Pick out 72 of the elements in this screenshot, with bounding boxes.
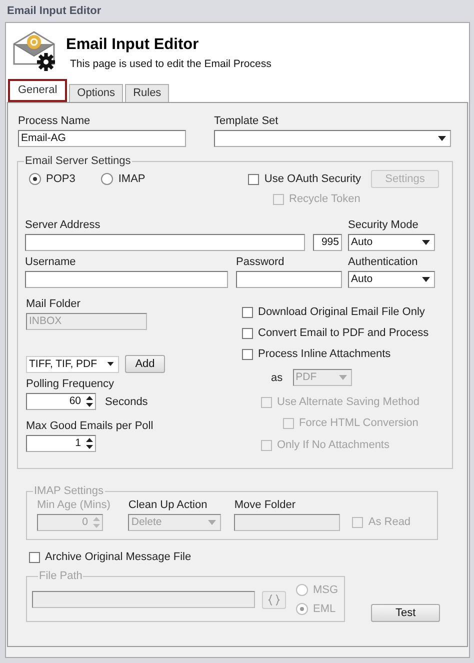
unit-label: Seconds (105, 396, 148, 408)
field-label: Clean Up Action (128, 499, 208, 511)
field-label: Process Name (18, 115, 92, 127)
group-label: IMAP Settings (33, 485, 104, 497)
checkbox-label: Archive Original Message File (45, 551, 192, 563)
field-label: Username (25, 256, 77, 268)
radio-label: MSG (313, 584, 338, 596)
caret-icon (338, 375, 347, 380)
up-down-icon (93, 517, 100, 528)
up-down-icon (86, 438, 93, 449)
caret-icon (422, 240, 430, 245)
caret-icon (422, 277, 430, 282)
radio-button[interactable] (29, 173, 41, 185)
checkbox-label: Recycle Token (289, 193, 360, 205)
input-field[interactable]: Email-AG (18, 130, 186, 147)
test-button[interactable]: Test (371, 604, 440, 622)
page-title: Email Input Editor (66, 36, 200, 54)
checkbox-label: Use OAuth Security (264, 173, 361, 185)
input-field[interactable] (25, 234, 305, 251)
caret-icon (107, 362, 114, 366)
spin-field[interactable]: 60 (26, 393, 96, 410)
checkbox[interactable] (242, 348, 253, 360)
spin-field[interactable]: 1 (26, 435, 96, 452)
checkbox-label: Force HTML Conversion (299, 417, 418, 429)
checkbox[interactable] (242, 306, 253, 318)
group-label: File Path (38, 570, 84, 582)
field-label: as (271, 372, 283, 384)
radio-label: IMAP (118, 173, 146, 185)
field-label: Max Good Emails per Poll (26, 420, 154, 432)
radio-button[interactable] (296, 584, 308, 596)
port-field[interactable]: 995 (313, 234, 342, 251)
tab[interactable]: Rules (125, 84, 170, 102)
checkbox-label: Only If No Attachments (277, 439, 390, 451)
checkbox-label: Process Inline Attachments (258, 348, 391, 360)
dropdown[interactable]: Auto (348, 234, 435, 251)
checkbox-label: As Read (368, 516, 411, 528)
dropdown[interactable] (214, 130, 451, 147)
checkbox-label: Download Original Email File Only (258, 306, 425, 318)
radio-button[interactable] (296, 603, 308, 615)
tab[interactable]: General (8, 79, 68, 102)
checkbox[interactable] (248, 174, 260, 184)
page-subtitle: This page is used to edit the Email Process (70, 58, 272, 70)
field-label: Polling Frequency (26, 378, 116, 390)
caret-icon (438, 136, 446, 141)
radio-button[interactable] (101, 173, 114, 185)
dropdown[interactable]: TIFF, TIF, PDF (26, 356, 119, 372)
field-label: Template Set (214, 115, 280, 127)
field-label: Password (236, 256, 286, 268)
input-field[interactable] (32, 591, 255, 608)
radio-label: POP3 (46, 173, 76, 185)
variables-button[interactable] (262, 590, 286, 608)
braces-icon (268, 594, 280, 606)
caret-icon (208, 520, 216, 525)
field-label: Min Age (Mins) (37, 499, 110, 511)
field-label: Authentication (348, 256, 419, 268)
input-field[interactable] (25, 271, 228, 288)
checkbox[interactable] (29, 552, 40, 562)
checkbox-label: Use Alternate Saving Method (277, 396, 420, 408)
field-label: Mail Folder (26, 298, 82, 310)
tab[interactable]: Options (69, 84, 124, 102)
field-label: Server Address (25, 219, 102, 231)
field-label: Security Mode (348, 219, 420, 231)
field-label: Move Folder (234, 499, 296, 511)
password-field[interactable] (236, 271, 342, 288)
checkbox[interactable] (242, 328, 253, 338)
radio-label: EML (313, 603, 336, 615)
add-button[interactable]: Add (125, 355, 165, 373)
group-label: Email Server Settings (24, 155, 132, 167)
checkbox-label: Convert Email to PDF and Process (258, 327, 429, 339)
up-down-icon (86, 396, 93, 407)
dropdown[interactable]: Auto (348, 271, 435, 288)
input-field[interactable] (234, 514, 340, 531)
